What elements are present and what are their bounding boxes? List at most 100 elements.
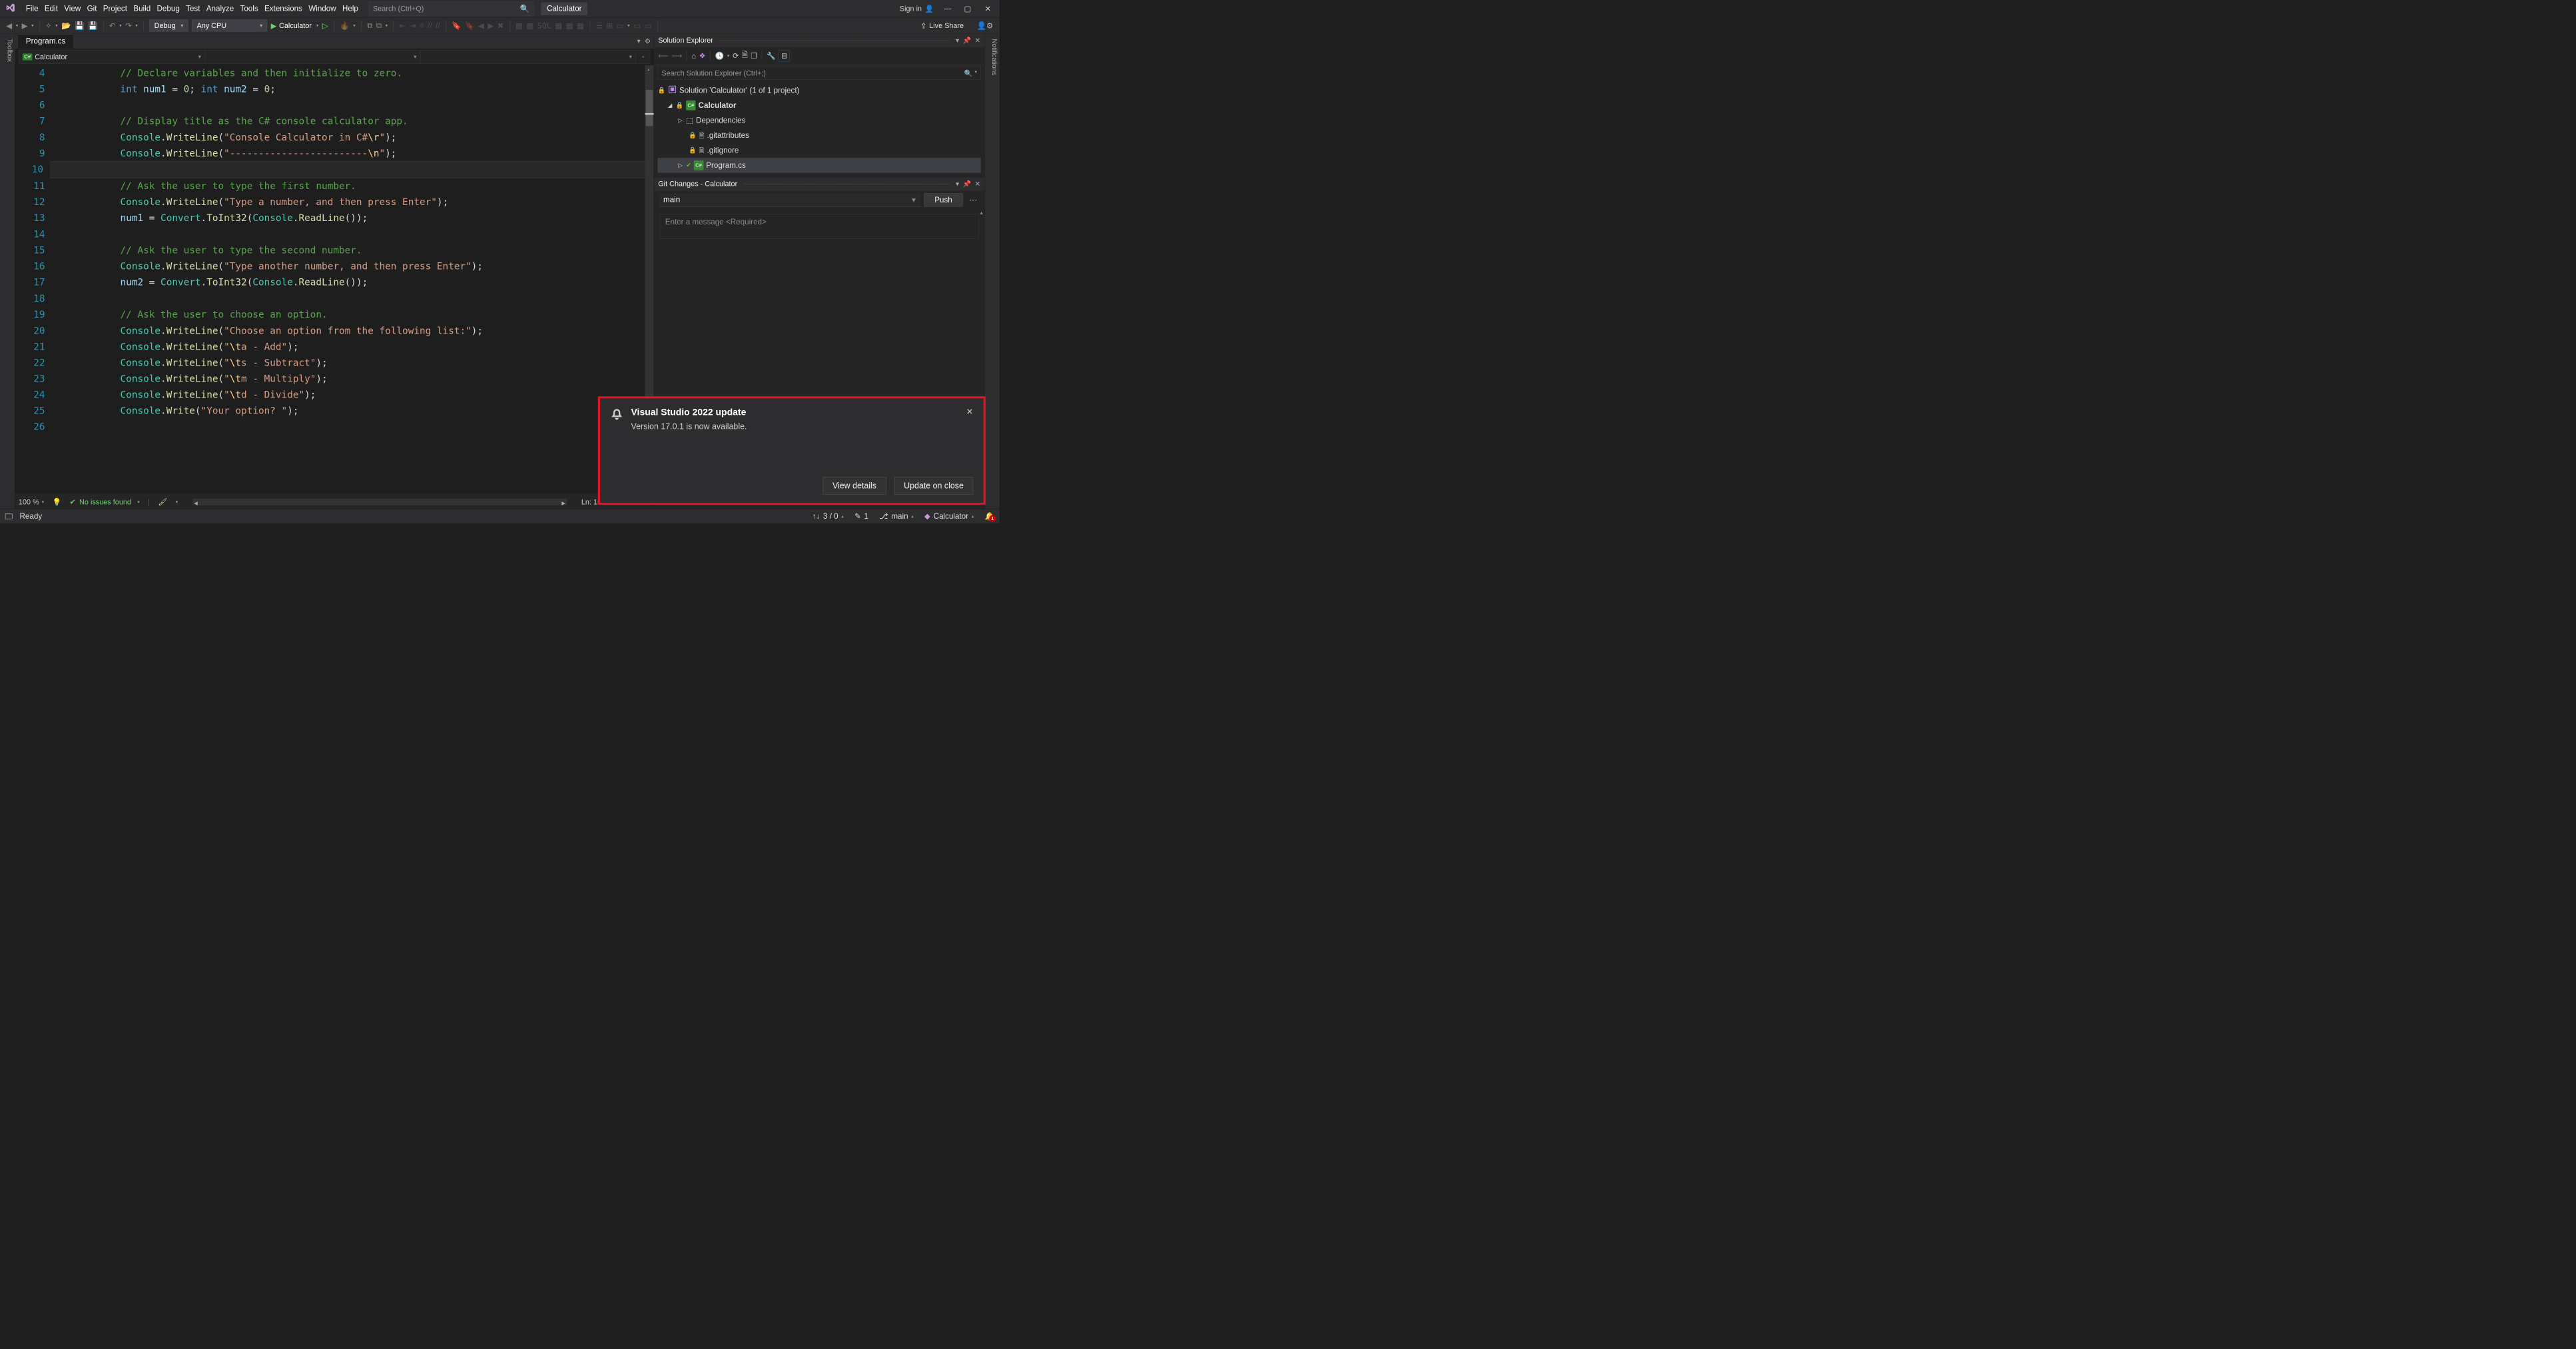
tab-settings-icon[interactable]: ⚙: [645, 37, 651, 45]
grid-tool-2-icon[interactable]: ▦: [526, 21, 533, 31]
code-line[interactable]: 17 num2 = Convert.ToInt32(Console.ReadLi…: [15, 274, 654, 290]
prev-bookmark-icon[interactable]: ◀: [478, 21, 484, 31]
se-switch-view-icon[interactable]: ❖: [699, 51, 706, 60]
bookmark-icon[interactable]: 🔖: [452, 21, 461, 31]
quick-search-box[interactable]: Search (Ctrl+Q) 🔍: [368, 1, 533, 16]
status-notifications[interactable]: 🔔 1: [985, 512, 994, 521]
se-sync-icon[interactable]: ⟳: [733, 51, 739, 60]
solution-explorer-search[interactable]: Search Solution Explorer (Ctrl+;) 🔍▾: [657, 67, 980, 80]
se-forward-icon[interactable]: ⟶: [671, 51, 682, 60]
se-back-icon[interactable]: ⟵: [658, 51, 669, 60]
code-line[interactable]: 18: [15, 290, 654, 306]
dependencies-node[interactable]: ▷ ⬚ Dependencies: [657, 113, 980, 129]
menu-file[interactable]: File: [23, 3, 41, 14]
status-branch[interactable]: ⎇ main ▴: [879, 512, 913, 521]
nav-back-icon[interactable]: ◀: [6, 21, 12, 31]
bookmarks-clear-icon[interactable]: ✖: [497, 21, 504, 31]
se-copy-icon[interactable]: ❐: [751, 51, 757, 60]
code-line[interactable]: 12 Console.WriteLine("Type a number, and…: [15, 194, 654, 210]
menu-build[interactable]: Build: [131, 3, 154, 14]
solution-node[interactable]: 🔒 Solution 'Calculator' (1 of 1 project): [657, 83, 980, 99]
code-line[interactable]: 22 Console.WriteLine("\ts - Subtract");: [15, 355, 654, 371]
no-issues-indicator[interactable]: ✔ No issues found ▾: [69, 497, 139, 506]
code-line[interactable]: 23 Console.WriteLine("\tm - Multiply");: [15, 371, 654, 387]
grid-tool-5-icon[interactable]: ▦: [577, 21, 584, 31]
file-node-gitignore[interactable]: 🔒 🗎 .gitignore: [657, 143, 980, 158]
lightbulb-icon[interactable]: 💡: [53, 497, 62, 506]
code-line[interactable]: 24 Console.WriteLine("\td - Divide");: [15, 387, 654, 403]
toolbox-tab[interactable]: Toolbox: [0, 33, 15, 509]
code-line[interactable]: 20 Console.WriteLine("Choose an option f…: [15, 322, 654, 338]
editor-tab-program-cs[interactable]: Program.cs: [18, 34, 73, 48]
split-editor-icon[interactable]: ⫞: [636, 51, 650, 63]
code-line[interactable]: 8 Console.WriteLine("Console Calculator …: [15, 129, 654, 145]
commit-message-input[interactable]: Enter a message <Required>: [660, 214, 979, 238]
brush-icon[interactable]: 🖌: [158, 497, 167, 506]
window-close-button[interactable]: ✕: [982, 4, 994, 13]
window-minimize-button[interactable]: —: [941, 5, 954, 13]
editor-horizontal-scrollbar[interactable]: ◂▸: [192, 499, 567, 505]
shape-icon-3[interactable]: ▭: [644, 21, 651, 31]
nav-forward-icon[interactable]: ▶: [22, 21, 28, 31]
file-node-gitattributes[interactable]: 🔒 🗎 .gitattributes: [657, 128, 980, 143]
code-line[interactable]: 13 num1 = Convert.ToInt32(Console.ReadLi…: [15, 210, 654, 226]
menu-tools[interactable]: Tools: [237, 3, 261, 14]
menu-extensions[interactable]: Extensions: [261, 3, 305, 14]
code-line[interactable]: 9 Console.WriteLine("-------------------…: [15, 145, 654, 161]
menu-test[interactable]: Test: [182, 3, 203, 14]
shape-icon-2[interactable]: ▭: [633, 21, 641, 31]
sign-in-button[interactable]: Sign in 👤: [900, 5, 934, 13]
expand-icon[interactable]: ▷: [677, 115, 683, 125]
code-editor[interactable]: 4 // Declare variables and then initiali…: [15, 65, 654, 495]
status-sync[interactable]: ↑↓ 3 / 0 ▴: [812, 512, 844, 521]
view-details-button[interactable]: View details: [823, 477, 886, 495]
uncomment-icon[interactable]: //: [436, 21, 440, 30]
new-project-icon[interactable]: ✧: [45, 21, 52, 31]
panel-close-icon[interactable]: ✕: [975, 37, 980, 45]
redo-icon[interactable]: ↷: [125, 21, 132, 31]
code-line[interactable]: 16 Console.WriteLine("Type another numbe…: [15, 258, 654, 274]
sql-icon[interactable]: SQL: [537, 21, 551, 31]
menu-view[interactable]: View: [61, 3, 84, 14]
menu-project[interactable]: Project: [100, 3, 131, 14]
expand-icon[interactable]: ▷: [677, 160, 683, 170]
ruler-icon[interactable]: ⊞: [606, 21, 613, 31]
grid-tool-3-icon[interactable]: ▦: [555, 21, 562, 31]
panel-pin-icon[interactable]: 📌: [963, 180, 972, 188]
code-line[interactable]: 11 // Ask the user to type the first num…: [15, 178, 654, 194]
window-restore-button[interactable]: ▢: [961, 4, 974, 13]
collapse-icon[interactable]: ◢: [667, 101, 673, 111]
code-line[interactable]: 4 // Declare variables and then initiali…: [15, 65, 654, 81]
se-history-icon[interactable]: 🕓: [715, 51, 725, 60]
se-properties-icon[interactable]: 🔧: [767, 51, 776, 60]
toast-close-button[interactable]: ✕: [966, 407, 973, 431]
indent-left-icon[interactable]: ⇤: [400, 21, 406, 31]
menu-help[interactable]: Help: [339, 3, 361, 14]
tool-icon-2[interactable]: ⧉: [376, 21, 382, 30]
save-icon[interactable]: 💾: [75, 21, 84, 31]
branch-dropdown[interactable]: main▾: [659, 193, 920, 206]
indent-right-icon[interactable]: ⇥: [410, 21, 416, 31]
configuration-dropdown[interactable]: Debug▾: [149, 19, 188, 31]
nav-scope-dropdown[interactable]: C# Calculator ▾: [19, 51, 204, 63]
code-line[interactable]: 21 Console.WriteLine("\ta - Add");: [15, 339, 654, 355]
grid-tool-4-icon[interactable]: ▦: [566, 21, 573, 31]
git-scrollbar-up-icon[interactable]: ▴: [980, 209, 983, 216]
file-node-program-cs[interactable]: ▷ ✔ C# Program.cs: [657, 158, 980, 173]
code-line[interactable]: 19 // Ask the user to choose an option.: [15, 306, 654, 322]
hot-reload-icon[interactable]: 🔥: [340, 21, 349, 31]
output-window-icon[interactable]: [5, 513, 13, 519]
code-line[interactable]: 7 // Display title as the C# console cal…: [15, 113, 654, 129]
live-share-button[interactable]: ⇪Live Share: [920, 21, 964, 30]
tool-icon-1[interactable]: ⧉: [367, 21, 372, 30]
grid-tool-icon[interactable]: ▦: [515, 21, 523, 31]
next-bookmark-icon[interactable]: ▶: [487, 21, 493, 31]
code-line[interactable]: 15 // Ask the user to type the second nu…: [15, 242, 654, 258]
start-without-debug-icon[interactable]: ▷: [322, 21, 328, 31]
nav-type-dropdown[interactable]: ▾: [205, 51, 421, 63]
panel-pin-icon[interactable]: 📌: [963, 37, 972, 45]
bookmark-dim-icon[interactable]: 🔖: [465, 21, 474, 31]
project-node[interactable]: ◢ 🔒 C# Calculator: [657, 98, 980, 113]
start-debug-button[interactable]: ▶ Calculator▾: [271, 21, 319, 30]
code-line[interactable]: 14: [15, 226, 654, 242]
